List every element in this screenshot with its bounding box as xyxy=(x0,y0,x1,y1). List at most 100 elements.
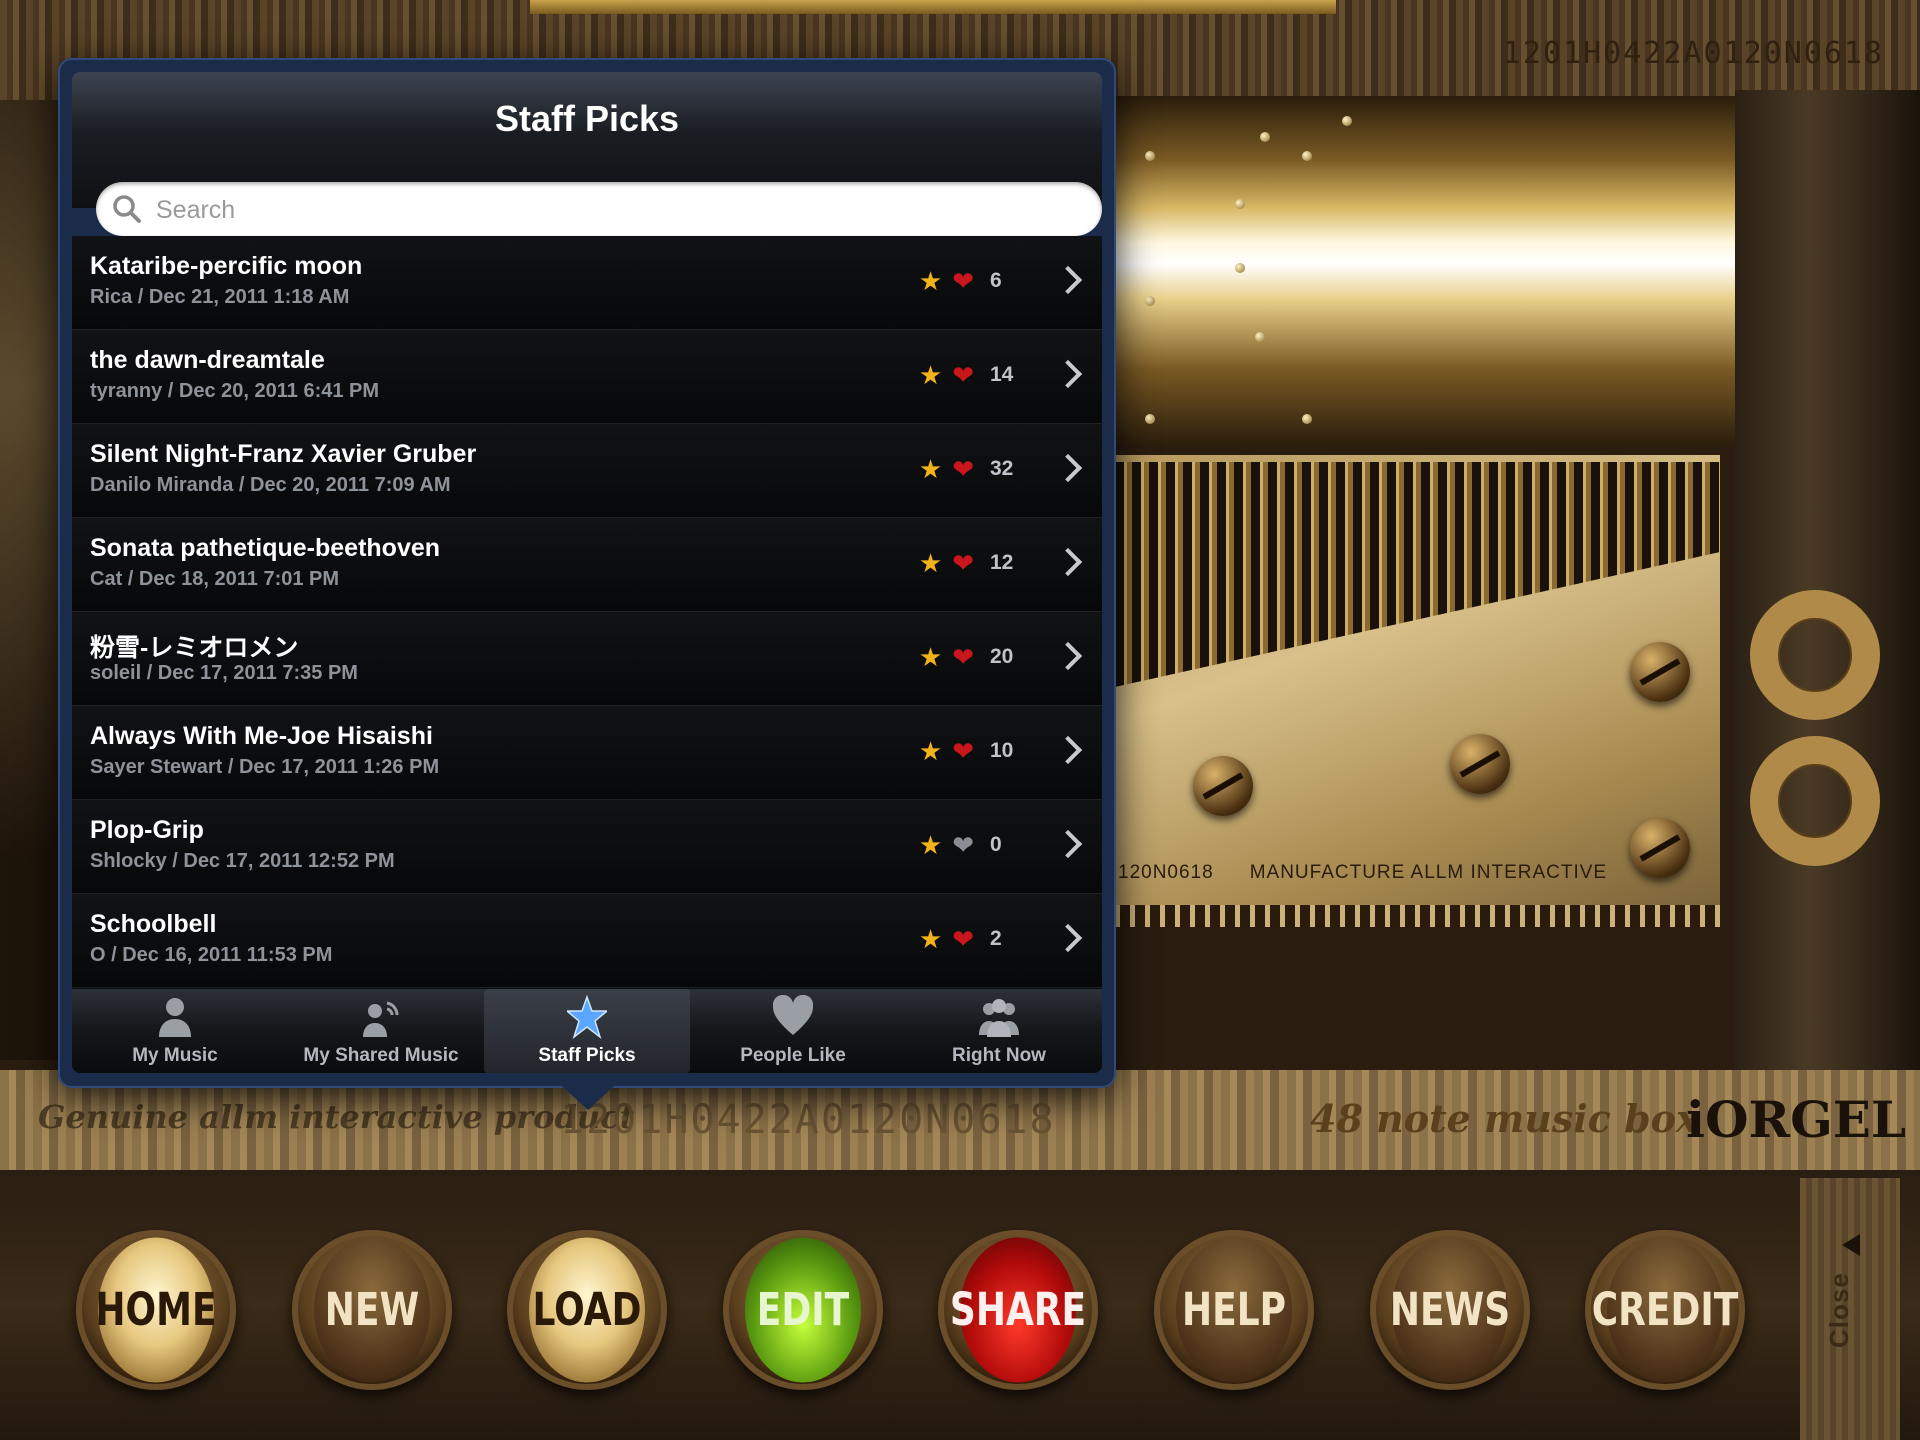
like-count: 10 xyxy=(990,739,1014,762)
edit-button[interactable]: EDIT xyxy=(723,1230,883,1390)
close-label: Close xyxy=(1824,1272,1854,1348)
help-button[interactable]: HELP xyxy=(1154,1230,1314,1390)
share-button[interactable]: SHARE xyxy=(938,1230,1098,1390)
song-author-date: O / Dec 16, 2011 11:53 PM xyxy=(90,944,333,966)
like-count: 2 xyxy=(990,927,1002,950)
close-tab[interactable]: Close xyxy=(1820,1222,1880,1392)
heart-icon: ❤ xyxy=(952,736,974,766)
share-button-label: SHARE xyxy=(950,1237,1086,1383)
tab-label: Staff Picks xyxy=(538,1045,636,1066)
cylinder-pin xyxy=(1342,116,1352,126)
list-item[interactable]: 粉雪-レミオロメン soleil / Dec 17, 2011 7:35 PM … xyxy=(72,612,1102,706)
like-count: 12 xyxy=(990,551,1014,574)
list-item[interactable]: the dawn-dreamtale tyranny / Dec 20, 201… xyxy=(72,330,1102,424)
screw xyxy=(1450,734,1510,794)
star-icon: ★ xyxy=(918,924,943,954)
list-item[interactable]: Always With Me-Joe Hisaishi Sayer Stewar… xyxy=(72,706,1102,800)
credit-button-label: CREDIT xyxy=(1592,1237,1738,1383)
song-author-date: soleil / Dec 17, 2011 7:35 PM xyxy=(90,662,358,684)
screw xyxy=(1193,756,1253,816)
key-ring-bottom xyxy=(1750,736,1880,866)
star-icon xyxy=(564,994,610,1040)
tab-my-shared-music[interactable]: My Shared Music xyxy=(278,989,484,1073)
cylinder-pin xyxy=(1255,332,1265,342)
song-title: the dawn-dreamtale xyxy=(90,346,325,374)
song-author-date: Shlocky / Dec 17, 2011 12:52 PM xyxy=(90,850,395,872)
search-input[interactable] xyxy=(154,190,1058,230)
tab-people-like[interactable]: People Like xyxy=(690,989,896,1073)
song-title: Schoolbell xyxy=(90,910,217,938)
star-icon: ★ xyxy=(918,454,943,484)
plate-manufacture: MANUFACTURE ALLM INTERACTIVE xyxy=(1249,862,1608,883)
chevron-right-icon xyxy=(1053,547,1083,577)
song-author-date: Danilo Miranda / Dec 20, 2011 7:09 AM xyxy=(90,474,451,496)
close-arrow-icon xyxy=(1842,1234,1860,1256)
wind-up-key[interactable] xyxy=(1740,590,1890,890)
tab-my-music[interactable]: My Music xyxy=(72,989,278,1073)
chevron-right-icon xyxy=(1053,453,1083,483)
star-icon: ★ xyxy=(918,548,943,578)
note-count-label: 48 note music box xyxy=(1310,1096,1699,1141)
heart-icon: ❤ xyxy=(952,548,974,578)
like-count: 32 xyxy=(990,457,1014,480)
new-button-label: NEW xyxy=(314,1237,430,1383)
cylinder-pin xyxy=(1145,414,1155,424)
chevron-right-icon xyxy=(1053,641,1083,671)
star-icon: ★ xyxy=(918,736,943,766)
new-button[interactable]: NEW xyxy=(292,1230,452,1390)
comb-edge xyxy=(1115,905,1720,927)
plate-serial: 120N0618 xyxy=(1118,862,1214,883)
star-icon: ★ xyxy=(918,360,943,390)
song-author-date: Rica / Dec 21, 2011 1:18 AM xyxy=(90,286,350,308)
edit-button-label: EDIT xyxy=(745,1237,861,1383)
cylinder-pin xyxy=(1302,414,1312,424)
song-author-date: tyranny / Dec 20, 2011 6:41 PM xyxy=(90,380,380,402)
heart-icon: ❤ xyxy=(952,266,974,296)
cylinder-pin xyxy=(1235,199,1245,209)
search-icon xyxy=(113,195,141,223)
gear-mechanism-right xyxy=(1735,90,1920,1070)
tab-staff-picks[interactable]: Staff Picks xyxy=(484,989,690,1073)
song-author-date: Sayer Stewart / Dec 17, 2011 1:26 PM xyxy=(90,756,440,778)
song-stats: ★ ❤ 6 xyxy=(919,266,1018,296)
chevron-right-icon xyxy=(1053,829,1083,859)
load-button[interactable]: LOAD xyxy=(507,1230,667,1390)
credit-button[interactable]: CREDIT xyxy=(1585,1230,1745,1390)
like-count: 6 xyxy=(990,269,1002,292)
heart-icon: ❤ xyxy=(952,360,974,390)
list-item[interactable]: Silent Night-Franz Xavier Gruber Danilo … xyxy=(72,424,1102,518)
list-item[interactable]: Schoolbell O / Dec 16, 2011 11:53 PM ★ ❤… xyxy=(72,894,1102,988)
song-list[interactable]: Kataribe-percific moon Rica / Dec 21, 20… xyxy=(72,236,1102,989)
heart-icon: ❤ xyxy=(952,830,974,860)
song-stats: ★ ❤ 0 xyxy=(919,830,1018,860)
top-serial-number: 1201H0422A0120N0618 xyxy=(1502,36,1884,71)
chevron-right-icon xyxy=(1053,359,1083,389)
list-item[interactable]: Kataribe-percific moon Rica / Dec 21, 20… xyxy=(72,236,1102,330)
tab-label: People Like xyxy=(740,1045,846,1066)
star-icon: ★ xyxy=(918,642,943,672)
song-title: Plop-Grip xyxy=(90,816,204,844)
heart-icon: ❤ xyxy=(952,642,974,672)
chevron-right-icon xyxy=(1053,735,1083,765)
cylinder-pin xyxy=(1302,151,1312,161)
screw xyxy=(1630,642,1690,702)
song-stats: ★ ❤ 12 xyxy=(919,548,1018,578)
news-button[interactable]: NEWS xyxy=(1370,1230,1530,1390)
like-count: 14 xyxy=(990,363,1014,386)
list-item[interactable]: Plop-Grip Shlocky / Dec 17, 2011 12:52 P… xyxy=(72,800,1102,894)
star-icon: ★ xyxy=(918,266,943,296)
help-button-label: HELP xyxy=(1176,1237,1292,1383)
popover-header: Staff Picks xyxy=(72,72,1102,236)
song-stats: ★ ❤ 2 xyxy=(919,924,1018,954)
home-button[interactable]: HOME xyxy=(76,1230,236,1390)
tab-bar: My Music My Shared Music Staff Picks People… xyxy=(72,989,1102,1073)
tab-right-now[interactable]: Right Now xyxy=(896,989,1102,1073)
chevron-right-icon xyxy=(1053,923,1083,953)
screw xyxy=(1630,818,1690,878)
tab-label: My Shared Music xyxy=(303,1045,459,1066)
song-stats: ★ ❤ 20 xyxy=(919,642,1018,672)
like-count: 0 xyxy=(990,833,1002,856)
like-count: 20 xyxy=(990,645,1014,668)
search-bar[interactable] xyxy=(96,182,1102,236)
list-item[interactable]: Sonata pathetique-beethoven Cat / Dec 18… xyxy=(72,518,1102,612)
